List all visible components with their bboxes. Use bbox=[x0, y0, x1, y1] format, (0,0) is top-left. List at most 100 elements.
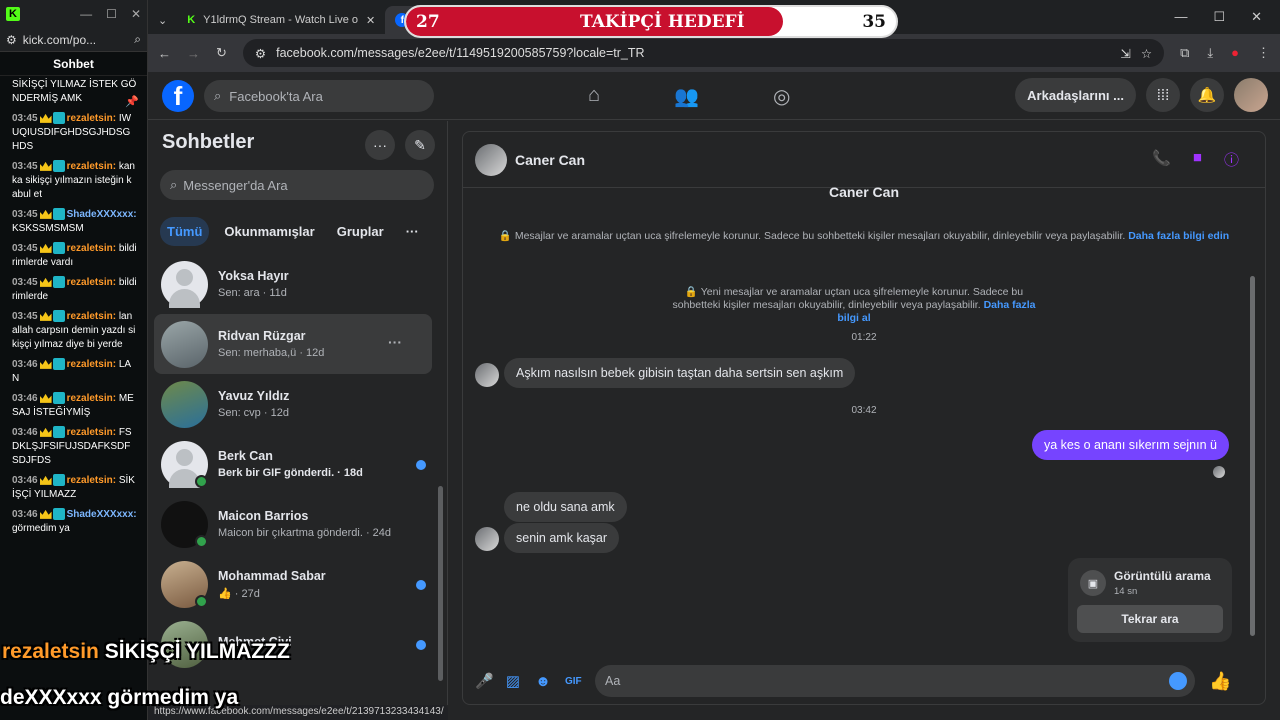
chat-message: 03:45 rezaletsin: IWUQIUSDIFGHDSGJHDSGHDS bbox=[12, 112, 137, 154]
pin-icon[interactable]: 📌 bbox=[125, 95, 139, 108]
filter-all[interactable]: Tümü bbox=[160, 217, 210, 246]
video-call-icon[interactable]: ■ bbox=[1193, 149, 1202, 170]
chats-options-icon[interactable]: ··· bbox=[365, 130, 395, 160]
message-bubble[interactable]: ne oldu sana amk bbox=[504, 492, 627, 522]
message-user[interactable]: rezaletsin: bbox=[67, 475, 116, 486]
conversation-item[interactable]: Maicon Barrios Maicon bir çıkartma gönder… bbox=[154, 494, 432, 554]
back-icon[interactable]: ← bbox=[158, 46, 171, 61]
conversation-snippet: 👍 · 27d bbox=[218, 587, 260, 600]
minimize-icon[interactable]: — bbox=[80, 7, 92, 21]
overlay-user: rezaletsin bbox=[2, 640, 99, 663]
kick-address-bar[interactable]: ⚙ kick.com/po... ⌕ bbox=[0, 28, 147, 52]
site-settings-icon[interactable]: ⚙ bbox=[6, 33, 17, 47]
contact-name[interactable]: Caner Can bbox=[515, 152, 585, 168]
chrome-menu-icon[interactable]: ⋮ bbox=[1257, 45, 1270, 61]
address-bar[interactable]: ⚙ facebook.com/messages/e2ee/t/114951920… bbox=[242, 39, 1165, 67]
close-icon[interactable]: ✕ bbox=[1251, 9, 1262, 25]
message-user[interactable]: rezaletsin: bbox=[67, 359, 116, 370]
extensions-icon[interactable]: ⧉ bbox=[1180, 45, 1189, 61]
message-user[interactable]: rezaletsin: bbox=[67, 277, 116, 288]
tab-kick-stream[interactable]: K Y1ldrmQ Stream - Watch Live o ✕ bbox=[177, 6, 385, 34]
maximize-icon[interactable]: ☐ bbox=[1213, 9, 1225, 25]
sender-avatar bbox=[475, 363, 499, 387]
voice-call-icon[interactable]: 📞 bbox=[1152, 149, 1171, 170]
info-icon[interactable]: ⓘ bbox=[1224, 149, 1239, 170]
conversation-name: Yavuz Yıldız bbox=[218, 389, 290, 403]
site-settings-icon[interactable]: ⚙ bbox=[255, 46, 266, 61]
contact-avatar[interactable] bbox=[475, 143, 507, 176]
message-user[interactable]: rezaletsin: bbox=[67, 113, 116, 124]
tab-close-icon[interactable]: ✕ bbox=[366, 14, 375, 27]
learn-more-link[interactable]: Daha fazla bilgi edin bbox=[1128, 230, 1229, 242]
messenger-search-input[interactable]: ⌕ Messenger'da Ara bbox=[160, 170, 434, 200]
maximize-icon[interactable]: ☐ bbox=[106, 7, 117, 21]
conversation-item[interactable]: Ridvan Rüzgar Sen: merhaba,ü · 12d ··· bbox=[154, 314, 432, 374]
close-icon[interactable]: ✕ bbox=[131, 7, 141, 21]
overlay-user: deXXXxxx bbox=[0, 686, 102, 709]
new-message-icon[interactable]: ✎ bbox=[405, 130, 435, 160]
friends-icon[interactable]: 👥 bbox=[674, 84, 699, 109]
tab-list-button[interactable]: ⌄ bbox=[148, 6, 177, 34]
message-user[interactable]: ShadeXXXxxx: bbox=[67, 209, 137, 220]
account-avatar[interactable] bbox=[1234, 78, 1268, 112]
message-user[interactable]: rezaletsin: bbox=[67, 311, 116, 322]
emoji-icon[interactable] bbox=[1169, 672, 1187, 690]
menu-grid-icon[interactable]: ⁞⁞⁞ bbox=[1146, 78, 1180, 112]
chat-message: SİKİŞÇİ YILMAZ İSTEK GÖNDERMİŞ AMK bbox=[12, 78, 137, 106]
conversation-item[interactable]: Yavuz Yıldız Sen: cvp · 12d bbox=[154, 374, 432, 434]
chat-message: 03:45 ShadeXXXxxx: KSKSSMSMSM bbox=[12, 208, 137, 236]
sidebar-scrollbar[interactable] bbox=[438, 486, 443, 681]
message-user[interactable]: rezaletsin: bbox=[67, 243, 116, 254]
forward-icon[interactable]: → bbox=[187, 46, 200, 61]
facebook-search-input[interactable]: ⌕ Facebook'ta Ara bbox=[204, 80, 434, 112]
message-time: 03:46 bbox=[12, 359, 38, 370]
notifications-bell-icon[interactable]: 🔔 bbox=[1190, 78, 1224, 112]
facebook-logo-icon[interactable]: f bbox=[162, 80, 194, 112]
message-user[interactable]: rezaletsin: bbox=[67, 161, 116, 172]
message-input[interactable]: Aa bbox=[595, 665, 1195, 697]
message-text: KSKSSMSMSM bbox=[12, 223, 84, 234]
reload-icon[interactable]: ↻ bbox=[216, 45, 227, 61]
microphone-icon[interactable]: 🎤 bbox=[475, 672, 494, 690]
image-icon[interactable]: ▨ bbox=[505, 672, 521, 690]
message-bubble[interactable]: Aşkım nasılsın bebek gibisin taştan daha… bbox=[504, 358, 856, 388]
download-icon[interactable]: ⤓ bbox=[1207, 45, 1213, 61]
message-time: 03:46 bbox=[12, 393, 38, 404]
call-duration: 14 sn bbox=[1114, 586, 1138, 597]
gif-icon[interactable]: GIF bbox=[565, 676, 582, 687]
my-message-bubble[interactable]: ya kes o ananı sıkerım sejnın ü bbox=[1031, 430, 1229, 460]
message-bubble[interactable]: senin amk kaşar bbox=[504, 523, 620, 553]
sticker-icon[interactable]: ☻ bbox=[535, 673, 551, 690]
message-time: 03:45 bbox=[12, 209, 38, 220]
like-icon[interactable]: 👍 bbox=[1209, 671, 1231, 692]
conversation-item[interactable]: Berk Can Berk bir GIF gönderdi. · 18d bbox=[154, 434, 432, 494]
conversation-options-icon[interactable]: ··· bbox=[388, 334, 402, 350]
chat-scrollbar[interactable] bbox=[1250, 276, 1255, 636]
online-indicator bbox=[195, 534, 208, 548]
call-again-button[interactable]: Tekrar ara bbox=[1077, 605, 1223, 633]
profile-avatar-icon[interactable]: ● bbox=[1231, 45, 1239, 61]
chat-panel: Caner Can 📞 ■ ⓘ Caner Can 🔒 Mesajlar ve … bbox=[462, 131, 1266, 705]
unread-dot bbox=[416, 640, 426, 650]
home-icon[interactable]: ⌂ bbox=[588, 84, 600, 109]
chat-message: 03:45 rezaletsin: lan allah carpsın demin… bbox=[12, 310, 137, 352]
minimize-icon[interactable]: — bbox=[1174, 9, 1187, 25]
conversation-item[interactable]: Yoksa Hayır Sen: ara · 11d bbox=[154, 254, 432, 314]
zoom-icon[interactable]: ⌕ bbox=[134, 32, 141, 47]
goal-current: 27 bbox=[416, 12, 440, 32]
chat-header: Caner Can 📞 ■ ⓘ bbox=[463, 132, 1265, 188]
filter-groups[interactable]: Gruplar bbox=[330, 217, 391, 246]
video-call-card: ▣ Görüntülü arama 14 sn Tekrar ara bbox=[1068, 558, 1232, 642]
conversation-item[interactable]: Mohammad Sabar 👍 · 27d bbox=[154, 554, 432, 614]
filter-unread[interactable]: Okunmamışlar bbox=[217, 217, 321, 246]
groups-icon[interactable]: ◎ bbox=[773, 84, 790, 109]
kick-favicon-icon: K bbox=[187, 14, 196, 26]
find-friends-button[interactable]: Arkadaşlarını ... bbox=[1015, 78, 1136, 112]
message-user[interactable]: ShadeXXXxxx: bbox=[67, 509, 137, 520]
bookmark-star-icon[interactable]: ☆ bbox=[1141, 46, 1152, 61]
filter-more-icon[interactable]: ··· bbox=[399, 217, 426, 246]
chats-title: Sohbetler bbox=[162, 131, 255, 153]
message-user[interactable]: rezaletsin: bbox=[67, 393, 116, 404]
install-app-icon[interactable]: ⇲ bbox=[1120, 46, 1130, 61]
message-user[interactable]: rezaletsin: bbox=[67, 427, 116, 438]
